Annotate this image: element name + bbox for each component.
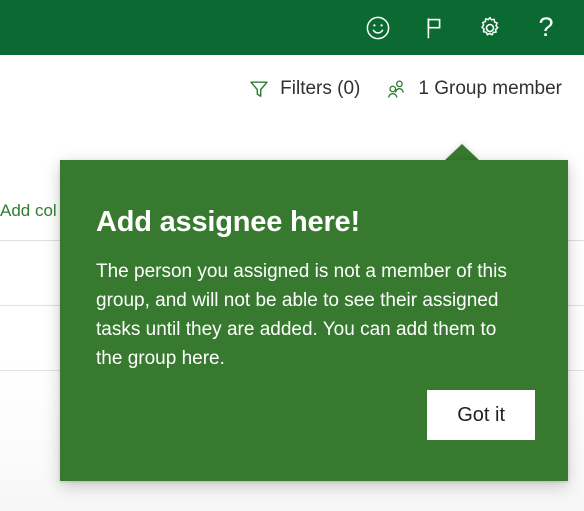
app-root: ? Filters (0) 1 Group member Add col Add… [0, 0, 584, 511]
callout-title: Add assignee here! [96, 206, 360, 238]
suite-header-bar: ? [0, 0, 584, 55]
filters-button[interactable]: Filters (0) [248, 78, 360, 100]
callout-pointer-beak [444, 144, 480, 161]
gear-icon[interactable] [468, 4, 512, 52]
teaching-callout: Add assignee here! The person you assign… [60, 144, 568, 481]
feedback-smiley-icon[interactable] [356, 4, 400, 52]
group-members-button[interactable]: 1 Group member [386, 78, 562, 100]
filter-funnel-icon [248, 78, 270, 100]
flag-icon[interactable] [412, 4, 456, 52]
help-glyph: ? [538, 12, 554, 42]
people-icon [386, 78, 408, 100]
suite-header-actions: ? [356, 0, 568, 55]
help-icon[interactable]: ? [524, 4, 568, 52]
callout-panel: Add assignee here! The person you assign… [60, 160, 568, 481]
command-bar-right-group: Filters (0) 1 Group member [248, 55, 562, 123]
callout-body-text: The person you assigned is not a member … [96, 260, 507, 369]
callout-footer: Got it [427, 390, 535, 440]
filters-label: Filters (0) [280, 78, 361, 99]
command-bar: Filters (0) 1 Group member [0, 55, 584, 123]
got-it-button[interactable]: Got it [427, 390, 535, 440]
group-members-label: 1 Group member [418, 78, 562, 99]
add-column-button[interactable]: Add col [0, 201, 57, 221]
